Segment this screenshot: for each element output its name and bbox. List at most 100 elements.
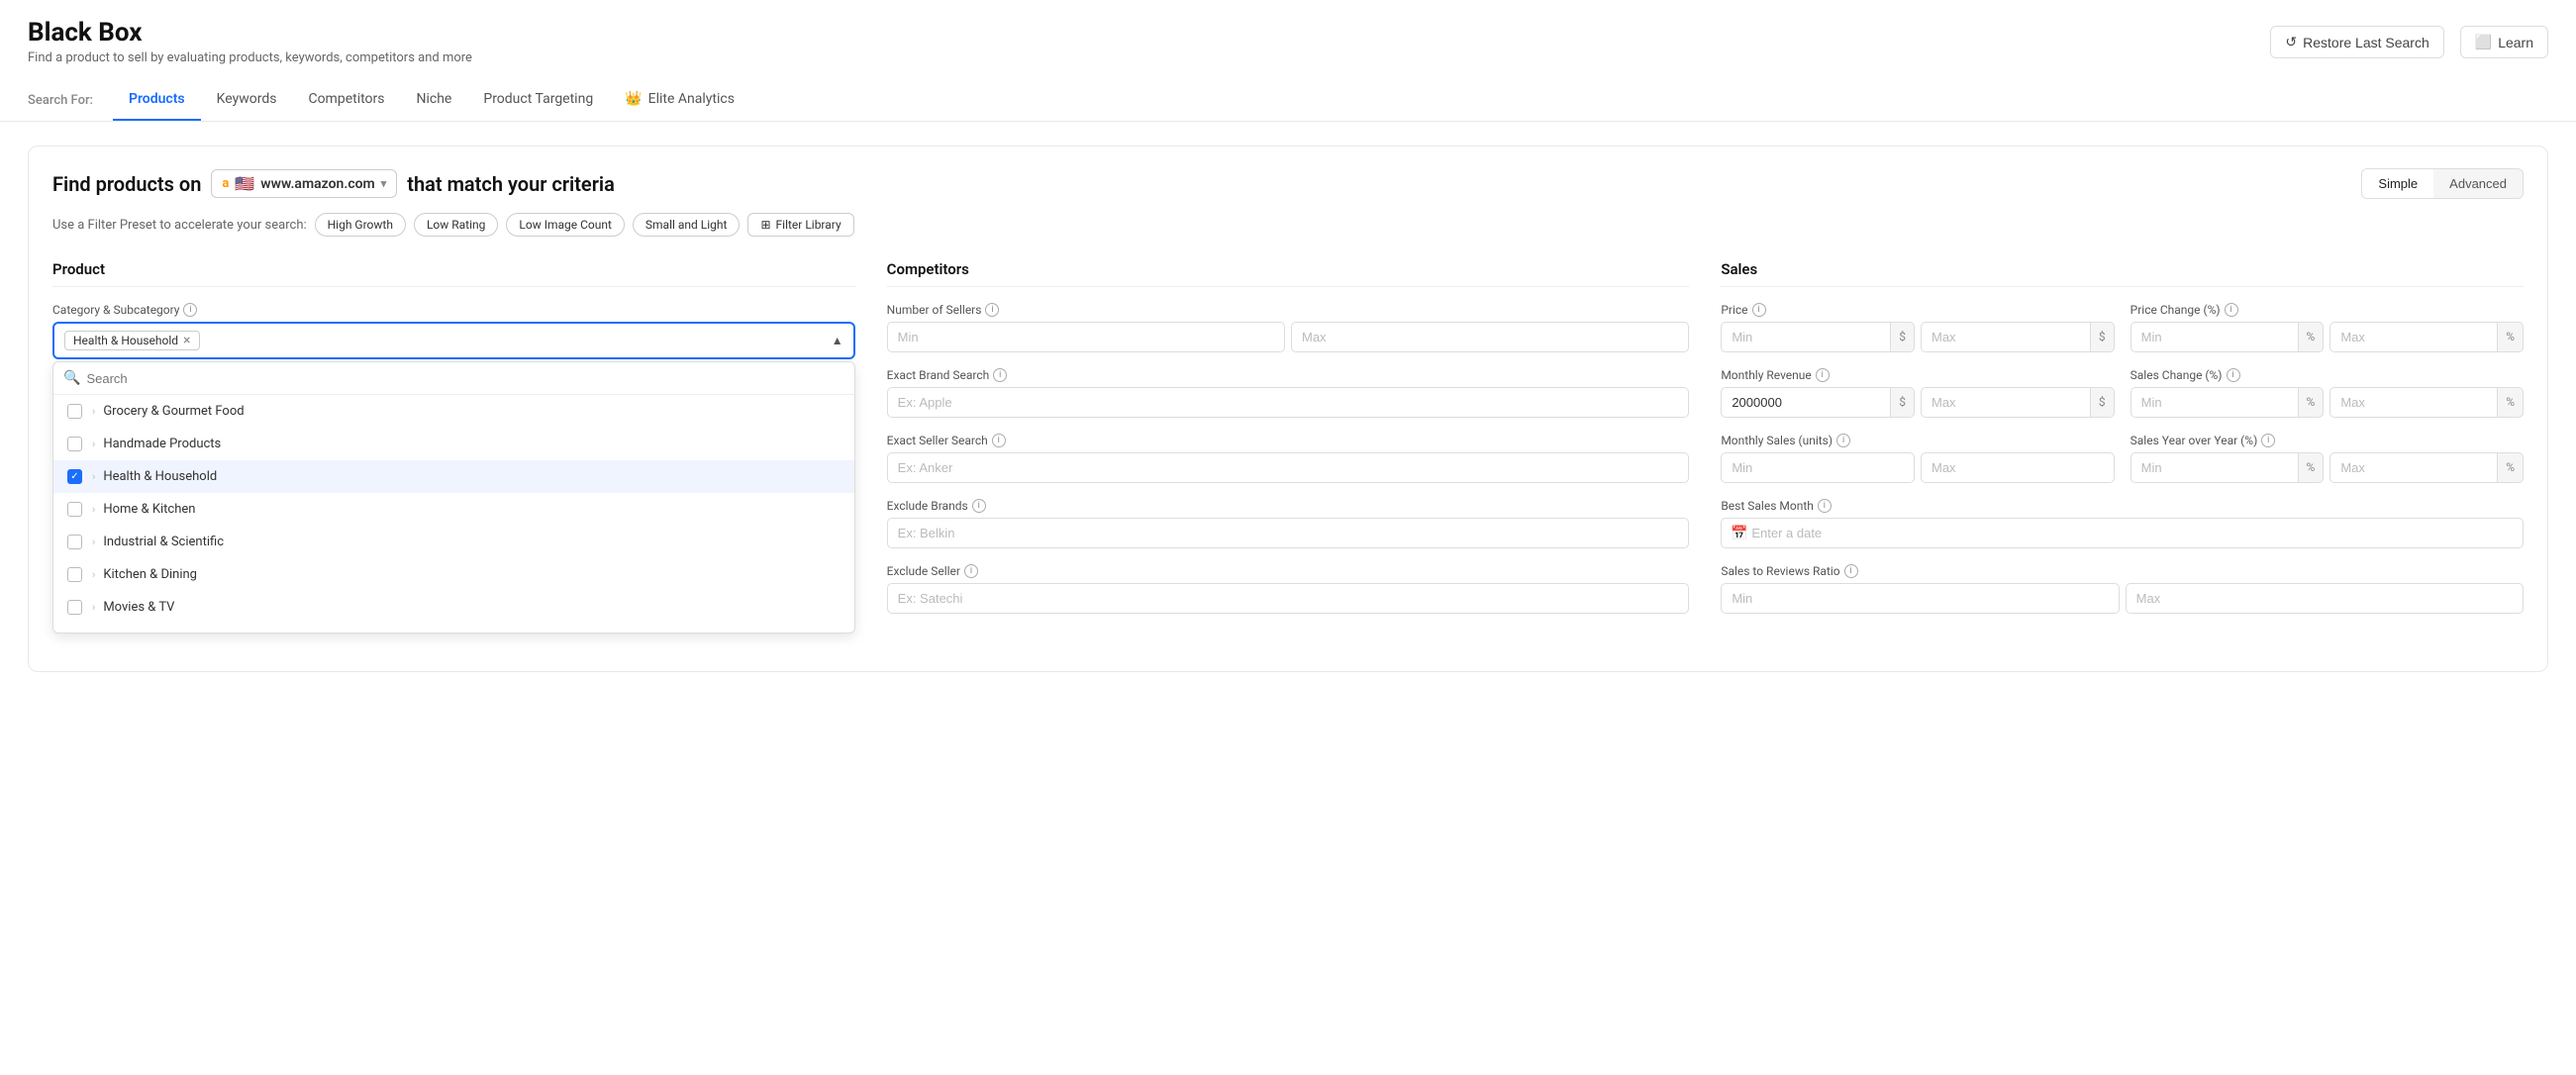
competitors-section-title: Competitors	[887, 260, 1690, 287]
monthly-sales-info-icon[interactable]: i	[1836, 434, 1850, 447]
expand-kitchen-icon: ›	[92, 568, 95, 581]
exact-brand-input[interactable]	[887, 387, 1690, 418]
sales-yoy-info-icon[interactable]: i	[2261, 434, 2275, 447]
category-search-input[interactable]	[86, 371, 843, 386]
crown-icon: 👑	[625, 91, 642, 107]
monthly-sales-max[interactable]	[1921, 452, 2115, 483]
category-field-group: Category & Subcategory i Health & Househ…	[52, 303, 855, 634]
expand-industrial-icon: ›	[92, 536, 95, 548]
price-change-max[interactable]	[2329, 322, 2498, 352]
tab-keywords[interactable]: Keywords	[201, 79, 293, 121]
category-checkbox-health[interactable]: ✓	[67, 469, 82, 484]
sales-reviews-ratio-max[interactable]	[2126, 583, 2524, 614]
price-info-icon[interactable]: i	[1752, 303, 1766, 317]
exclude-brands-info-icon[interactable]: i	[972, 499, 986, 513]
price-max-wrap: $	[1921, 322, 2115, 352]
sales-change-min[interactable]	[2130, 387, 2299, 418]
selected-category-tag: Health & Household ×	[64, 331, 200, 350]
price-min-wrap: $	[1721, 322, 1915, 352]
price-min[interactable]	[1721, 322, 1891, 352]
category-item-musical[interactable]: › Musical Instruments	[53, 624, 854, 633]
learn-button[interactable]: ⬜ Learn	[2460, 26, 2548, 58]
exclude-seller-input[interactable]	[887, 583, 1690, 614]
monthly-revenue-max[interactable]	[1921, 387, 2091, 418]
tab-niche[interactable]: Niche	[401, 79, 468, 121]
category-checkbox-grocery[interactable]	[67, 404, 82, 419]
preset-small-and-light[interactable]: Small and Light	[633, 213, 741, 237]
expand-grocery-icon: ›	[92, 405, 95, 418]
amazon-icon: a	[222, 176, 229, 191]
monthly-revenue-min[interactable]	[1721, 387, 1891, 418]
preset-high-growth[interactable]: High Growth	[315, 213, 406, 237]
num-sellers-max[interactable]	[1291, 322, 1689, 352]
price-min-suffix: $	[1891, 322, 1915, 352]
monthly-sales-min[interactable]	[1721, 452, 1915, 483]
monthly-sales-input-row	[1721, 452, 2114, 483]
category-item-health[interactable]: ✓ › Health & Household	[53, 460, 854, 493]
num-sellers-group: Number of Sellers i	[887, 303, 1690, 352]
tab-elite-analytics[interactable]: 👑 Elite Analytics	[609, 79, 750, 121]
exclude-seller-info-icon[interactable]: i	[964, 564, 978, 578]
marketplace-select[interactable]: a 🇺🇸 www.amazon.com ▾	[211, 169, 397, 198]
monthly-revenue-max-suffix: $	[2091, 387, 2115, 418]
price-change-info-icon[interactable]: i	[2225, 303, 2238, 317]
best-sales-month-input[interactable]	[1721, 518, 2524, 548]
sales-yoy-input-row: % %	[2130, 452, 2524, 483]
best-sales-month-info-icon[interactable]: i	[1818, 499, 1832, 513]
category-checkbox-home[interactable]	[67, 502, 82, 517]
category-select-trigger[interactable]: Health & Household × ▲	[52, 322, 855, 359]
price-change-min[interactable]	[2130, 322, 2299, 352]
category-checkbox-industrial[interactable]	[67, 535, 82, 549]
price-max[interactable]	[1921, 322, 2091, 352]
expand-health-icon: ›	[92, 470, 95, 483]
tab-competitors[interactable]: Competitors	[292, 79, 400, 121]
advanced-mode-button[interactable]: Advanced	[2433, 169, 2523, 198]
exclude-brands-input[interactable]	[887, 518, 1690, 548]
category-checkbox-kitchen[interactable]	[67, 567, 82, 582]
category-item-grocery[interactable]: › Grocery & Gourmet Food	[53, 395, 854, 428]
chevron-up-icon: ▲	[832, 334, 843, 347]
monthly-revenue-info-icon[interactable]: i	[1816, 368, 1830, 382]
exact-brand-info-icon[interactable]: i	[993, 368, 1007, 382]
sales-yoy-min[interactable]	[2130, 452, 2299, 483]
num-sellers-info-icon[interactable]: i	[985, 303, 999, 317]
category-item-movies[interactable]: › Movies & TV	[53, 591, 854, 624]
sales-reviews-ratio-min[interactable]	[1721, 583, 2119, 614]
sales-yoy-min-wrap: %	[2130, 452, 2325, 483]
expand-home-icon: ›	[92, 503, 95, 516]
nav-label: Search For:	[28, 93, 93, 108]
sales-change-max[interactable]	[2329, 387, 2498, 418]
monthly-sales-group: Monthly Sales (units) i	[1721, 434, 2114, 483]
filter-library-button[interactable]: ⊞ Filter Library	[747, 213, 853, 237]
category-checkbox-movies[interactable]	[67, 600, 82, 615]
tab-products[interactable]: Products	[113, 79, 201, 121]
category-item-home[interactable]: › Home & Kitchen	[53, 493, 854, 526]
restore-last-search-button[interactable]: ↺ Restore Last Search	[2270, 26, 2443, 58]
chevron-down-icon: ▾	[381, 177, 387, 190]
sales-reviews-ratio-label: Sales to Reviews Ratio i	[1721, 564, 2524, 578]
sales-reviews-ratio-info-icon[interactable]: i	[1844, 564, 1858, 578]
exact-seller-input[interactable]	[887, 452, 1690, 483]
sales-change-info-icon[interactable]: i	[2227, 368, 2240, 382]
remove-category-button[interactable]: ×	[183, 334, 190, 347]
category-item-kitchen[interactable]: › Kitchen & Dining	[53, 558, 854, 591]
preset-low-image-count[interactable]: Low Image Count	[506, 213, 625, 237]
library-icon: ⊞	[760, 218, 770, 232]
category-label: Category & Subcategory i	[52, 303, 855, 317]
price-change-label: Price Change (%) i	[2130, 303, 2524, 317]
sales-change-input-row: % %	[2130, 387, 2524, 418]
exact-seller-info-icon[interactable]: i	[992, 434, 1006, 447]
category-info-icon[interactable]: i	[183, 303, 197, 317]
category-item-handmade[interactable]: › Handmade Products	[53, 428, 854, 460]
sales-yoy-max[interactable]	[2329, 452, 2498, 483]
sales-change-min-wrap: %	[2130, 387, 2325, 418]
category-checkbox-handmade[interactable]	[67, 437, 82, 451]
simple-mode-button[interactable]: Simple	[2362, 169, 2433, 198]
exact-seller-group: Exact Seller Search i	[887, 434, 1690, 483]
category-item-industrial[interactable]: › Industrial & Scientific	[53, 526, 854, 558]
preset-low-rating[interactable]: Low Rating	[414, 213, 498, 237]
num-sellers-min[interactable]	[887, 322, 1285, 352]
tab-product-targeting[interactable]: Product Targeting	[467, 79, 609, 121]
restore-icon: ↺	[2285, 34, 2297, 50]
header: Black Box Find a product to sell by eval…	[0, 0, 2576, 65]
